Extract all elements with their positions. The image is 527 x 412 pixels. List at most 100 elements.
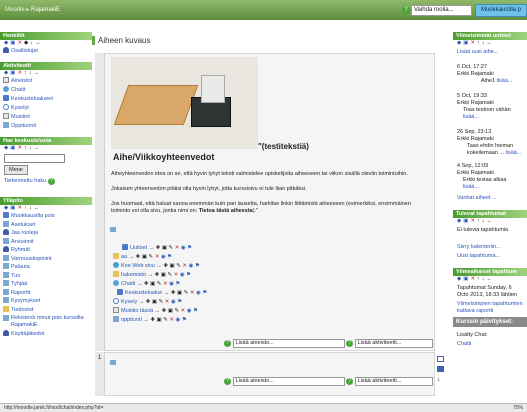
reset-icon xyxy=(3,280,9,286)
sidebar-item-journals[interactable]: Muistiot xyxy=(0,113,92,122)
new-event-link[interactable]: Uusi tapahtuma... xyxy=(453,253,527,262)
help-icon[interactable]: ? xyxy=(346,378,354,385)
resource-item[interactable]: Chatti → ✚ ▣ ✎ ✕ ◉ ⚑ xyxy=(110,280,207,289)
admin-item-reset[interactable]: Tyhjää xyxy=(0,280,92,289)
unenrol-icon xyxy=(3,315,9,321)
chat-added-text: Lisätty Chat: xyxy=(457,332,488,338)
topic-heading: Aihe/Viikkoyhteenvedot xyxy=(113,152,215,162)
add-activity-select[interactable]: Lisää aktiviteetti... xyxy=(354,339,433,348)
help-icon[interactable]: ? xyxy=(224,340,231,347)
block-controls[interactable]: ◆▣✕↑↓← xyxy=(453,218,527,225)
chat-added-link[interactable]: Chatti xyxy=(453,341,527,350)
wooden-box-shape xyxy=(113,85,199,125)
questions-icon xyxy=(3,297,9,303)
breadcrumb-root-link[interactable]: Moodle xyxy=(5,7,25,13)
resource-item[interactable]: hakemisto → ✚ ▣ ✎ ✕ ◉ ⚑ xyxy=(110,271,207,280)
sidebar-item-lessons[interactable]: Oppitunnit xyxy=(0,122,92,131)
help-icon[interactable]: ? xyxy=(47,178,55,185)
full-report-link[interactable]: Viimeisimpien tapahtumien kattava raport… xyxy=(453,301,527,317)
admin-item-edit-off[interactable]: Muokkaustila pois xyxy=(0,212,92,221)
admin-item-backup[interactable]: Varmuuskopioint xyxy=(0,254,92,264)
highlight-icon[interactable] xyxy=(437,366,444,372)
section-side xyxy=(95,53,105,351)
section-number: 1 xyxy=(98,355,102,361)
admin-item-grades[interactable]: Arvioinnit xyxy=(0,237,92,247)
block-controls[interactable]: ◆▣✕↑↓← xyxy=(453,276,527,283)
breadcrumb-course: RajamakiE xyxy=(31,7,61,13)
block-latest-news: Viimeisimmät uutiset ◆▣✕↑↓← Lisää uusi a… xyxy=(453,32,527,204)
chat-icon xyxy=(113,280,119,286)
help-icon[interactable]: ? xyxy=(346,340,354,347)
advanced-search-link[interactable]: Tarkennettu haku ? xyxy=(4,178,55,185)
admin-item-settings[interactable]: Asetukset xyxy=(0,220,92,230)
block-persons: Henkilöt ◆▣✕◆↓→ Osallistujat xyxy=(0,32,92,56)
resource-item[interactable]: Kysely → ✚ ▣ ✎ ✕ ◉ ⚑ xyxy=(110,298,207,307)
breadcrumb-separator: ▸ xyxy=(26,7,30,13)
folder-icon xyxy=(113,253,119,259)
resource-item[interactable]: aa → ✚ ▣ ✎ ✕ ◉ ⚑ xyxy=(110,253,207,262)
resource-list: Uutiset → ✚ ▣ ✎ ✕ ◉ ⚑ aa → ✚ ▣ ✎ ✕ ◉ ⚑ K… xyxy=(110,244,207,325)
older-topics-link[interactable]: Vanhat aiheet ... xyxy=(453,193,527,204)
admin-item-profile[interactable]: Käyttäjätiedot xyxy=(0,330,92,339)
resource-item[interactable]: Koe Web sivu → ✚ ▣ ✎ ✕ ◉ ⚑ xyxy=(110,262,207,271)
role-switch-select[interactable]: Vaihda roolia... xyxy=(411,5,472,16)
resource-item[interactable]: Uutiset → ✚ ▣ ✎ ✕ ◉ ⚑ xyxy=(110,244,207,253)
forum-icon xyxy=(117,289,123,295)
admin-item-roles[interactable]: Jaa rooleja xyxy=(0,229,92,238)
block-controls[interactable]: ◆▣✕↑↓→ xyxy=(0,205,92,212)
resource-item[interactable]: Muistio tässä → ✚ ▣ ✎ ✕ ◉ ⚑ xyxy=(110,307,207,316)
edit-mode-button[interactable]: Muokkaustila p xyxy=(475,4,527,17)
forum-search-input[interactable] xyxy=(4,154,65,163)
choice-icon xyxy=(3,104,9,110)
sidebar-item-participants[interactable]: Osallistujat xyxy=(0,47,92,56)
course-updates-heading: Kurssin päivitykset: xyxy=(453,317,527,327)
block-controls[interactable]: ◆▣✕◆↓→ xyxy=(0,40,92,47)
help-icon[interactable]: ? xyxy=(224,378,231,385)
resource-item[interactable]: Keskustelualue → ✚ ▣ ✎ ✕ ◉ ⚑ xyxy=(110,289,207,298)
block-controls[interactable]: ◆▣✕↑↓→ xyxy=(0,145,92,152)
admin-item-files[interactable]: Tiedostot xyxy=(0,305,92,315)
status-url: http://moodle.jamk.fi/mod/chat/index.php… xyxy=(4,405,104,411)
zoom-level[interactable]: 75% xyxy=(513,404,523,412)
add-activity-select[interactable]: Lisää aktiviteetti... xyxy=(354,377,433,386)
groups-icon xyxy=(3,246,9,252)
edit-summary-icon[interactable] xyxy=(110,360,116,365)
move-down-icon[interactable]: ↓ xyxy=(437,376,441,383)
resource-item[interactable]: oppitunti → ✚ ▣ ✎ ✕ ◉ ⚑ xyxy=(110,316,207,325)
admin-item-restore[interactable]: Palauta xyxy=(0,263,92,272)
block-title: Viimeaikaiset tapahtum xyxy=(453,268,527,276)
add-resource-select[interactable]: Lisää aineisto... xyxy=(232,339,345,348)
left-column: Henkilöt ◆▣✕◆↓→ Osallistujat Aktiviteeti… xyxy=(0,32,92,343)
breadcrumb: Moodle ▸ RajamakiE xyxy=(5,6,60,13)
sidebar-item-forums[interactable]: Keskustelualueet xyxy=(0,95,92,104)
calendar-link[interactable]: Siirry kalenteriin... xyxy=(453,242,527,253)
settings-icon xyxy=(3,220,9,227)
news-item: 4 Sep, 12:09 Erkki Rajamaki Erkki testaa… xyxy=(457,163,507,190)
add-resource-select[interactable]: Lisää aineisto... xyxy=(232,377,345,386)
admin-item-questions[interactable]: Kysymykset xyxy=(0,297,92,306)
edit-summary-icon[interactable] xyxy=(110,227,116,232)
admin-item-reports[interactable]: Raportit xyxy=(0,288,92,298)
admin-item-unenrol[interactable]: Rekisteröi minut pois kurssilta Rajamaki… xyxy=(0,314,92,330)
show-section-icon[interactable] xyxy=(437,356,444,362)
sidebar-item-resources[interactable]: Aineistot xyxy=(0,77,92,86)
block-controls[interactable]: ◆▣✕↑↓→ xyxy=(0,70,92,77)
help-icon[interactable]: ? xyxy=(402,6,410,14)
block-title: Ylläpito xyxy=(0,197,92,205)
sidebar-item-chats[interactable]: Chatit xyxy=(0,86,92,95)
roles-icon xyxy=(3,229,9,235)
forum-search-button[interactable]: Mene xyxy=(4,165,28,175)
right-column: Viimeisimmät uutiset ◆▣✕↑↓← Lisää uusi a… xyxy=(453,32,527,354)
folder-icon xyxy=(3,305,9,312)
block-upcoming-events: Tulevat tapahtumat ◆▣✕↑↓← Ei tulevia tap… xyxy=(453,210,527,262)
add-topic-link[interactable]: Lisää uusi aihe... xyxy=(453,47,527,58)
admin-item-groups[interactable]: Ryhmät xyxy=(0,246,92,255)
admin-item-import[interactable]: Tuo xyxy=(0,271,92,281)
sidebar-item-choices[interactable]: Kyselyt xyxy=(0,104,92,113)
journal-icon xyxy=(3,113,9,119)
block-controls[interactable]: ◆▣✕↑↓← xyxy=(453,40,527,47)
activity-since-text: Tapahtumat Sunday, 6 Octo 2013, 18:33 lä… xyxy=(457,285,517,298)
add-controls-0: ? Lisää aineisto... ? Lisää aktiviteetti… xyxy=(224,339,433,348)
folder-icon xyxy=(113,271,119,277)
block-title: Tulevat tapahtumat xyxy=(453,210,527,218)
